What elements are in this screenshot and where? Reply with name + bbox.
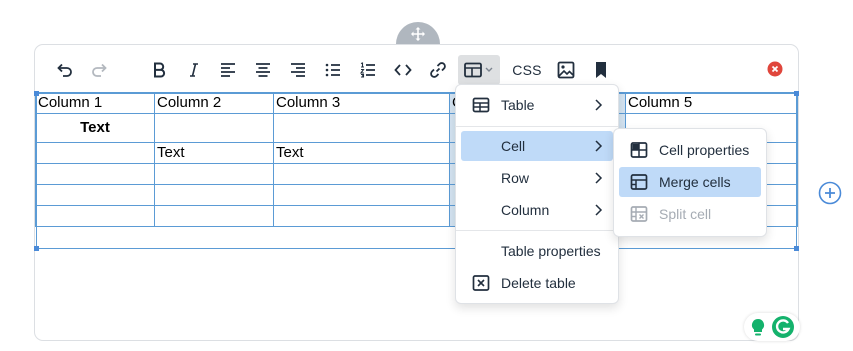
table-cell[interactable] bbox=[273, 113, 450, 143]
menu-item-column[interactable]: Column bbox=[461, 195, 613, 225]
merge-cells-icon bbox=[629, 172, 649, 192]
toolbar: CSS bbox=[35, 45, 798, 93]
table-cell[interactable] bbox=[273, 163, 450, 185]
menu-item-label: Split cell bbox=[659, 206, 712, 222]
bookmark-icon bbox=[596, 62, 606, 78]
align-left-button[interactable] bbox=[213, 55, 243, 85]
italic-button[interactable] bbox=[179, 55, 209, 85]
table-cell[interactable] bbox=[273, 205, 450, 227]
undo-button[interactable] bbox=[49, 55, 79, 85]
menu-item-delete-table[interactable]: Delete table bbox=[461, 268, 613, 298]
table-cell[interactable]: Column 5 bbox=[625, 92, 798, 114]
cell-properties-icon bbox=[629, 140, 649, 160]
menu-item-label: Table bbox=[501, 97, 535, 113]
menu-item-label: Delete table bbox=[501, 275, 576, 291]
table-cell[interactable] bbox=[154, 113, 274, 143]
table-cell[interactable]: Column 2 bbox=[154, 92, 274, 114]
split-cell-icon bbox=[629, 204, 649, 224]
image-icon bbox=[557, 61, 575, 79]
link-icon bbox=[430, 62, 446, 78]
align-right-button[interactable] bbox=[283, 55, 313, 85]
resize-handle[interactable] bbox=[794, 246, 799, 251]
bold-icon bbox=[154, 62, 166, 78]
table-cell[interactable] bbox=[154, 205, 274, 227]
menu-item-label: Table properties bbox=[501, 243, 601, 259]
menu-divider bbox=[456, 230, 618, 231]
code-button[interactable] bbox=[388, 55, 418, 85]
menu-divider bbox=[456, 126, 618, 127]
menu-item-split-cell[interactable]: Split cell bbox=[619, 199, 761, 229]
delete-table-icon bbox=[471, 273, 491, 293]
chevron-right-icon bbox=[595, 140, 603, 152]
table-cell[interactable] bbox=[35, 184, 155, 206]
link-button[interactable] bbox=[423, 55, 453, 85]
table-cell[interactable]: Column 1 bbox=[35, 92, 155, 114]
add-circle-icon[interactable] bbox=[818, 181, 842, 205]
image-button[interactable] bbox=[551, 55, 581, 85]
numbered-list-button[interactable] bbox=[353, 55, 383, 85]
table-cell[interactable] bbox=[35, 163, 155, 185]
align-left-icon bbox=[221, 63, 235, 77]
grammarly-widget[interactable] bbox=[744, 313, 800, 341]
table-cell[interactable] bbox=[154, 184, 274, 206]
italic-icon bbox=[190, 63, 198, 77]
chevron-right-icon bbox=[595, 172, 603, 184]
resize-handle[interactable] bbox=[34, 91, 39, 96]
align-center-button[interactable] bbox=[248, 55, 278, 85]
menu-item-row[interactable]: Row bbox=[461, 163, 613, 193]
menu-item-label: Merge cells bbox=[659, 174, 731, 190]
close-icon bbox=[767, 61, 783, 77]
table-icon bbox=[464, 62, 493, 78]
menu-item-cell[interactable]: Cell bbox=[461, 131, 613, 161]
code-icon bbox=[394, 64, 412, 76]
css-button[interactable]: CSS bbox=[509, 55, 545, 85]
bullet-list-icon bbox=[325, 63, 340, 77]
bold-button[interactable] bbox=[144, 55, 174, 85]
resize-handle[interactable] bbox=[794, 91, 799, 96]
align-center-icon bbox=[256, 63, 270, 77]
grammarly-icon bbox=[751, 316, 794, 338]
numbered-list-icon bbox=[359, 62, 375, 78]
menu-item-merge-cells[interactable]: Merge cells bbox=[619, 167, 761, 197]
table-row: Column 1 Column 2 Column 3 C Column 5 bbox=[35, 92, 798, 114]
chevron-right-icon bbox=[595, 204, 603, 216]
menu-item-label: Column bbox=[501, 202, 550, 218]
cell-submenu: Cell properties Merge cells Split cell bbox=[613, 128, 767, 237]
table-cell[interactable]: Column 3 bbox=[273, 92, 450, 114]
move-icon bbox=[411, 27, 425, 41]
undo-icon bbox=[57, 63, 72, 77]
chevron-right-icon bbox=[595, 99, 603, 111]
menu-item-label: Cell properties bbox=[659, 142, 750, 158]
redo-button[interactable] bbox=[85, 55, 115, 85]
close-button[interactable] bbox=[767, 61, 783, 77]
table-cell[interactable] bbox=[273, 184, 450, 206]
table-icon bbox=[471, 95, 491, 115]
table-cell[interactable] bbox=[35, 142, 155, 164]
move-handle[interactable] bbox=[396, 22, 440, 46]
table-cell[interactable] bbox=[154, 163, 274, 185]
align-right-icon bbox=[291, 63, 305, 77]
resize-handle[interactable] bbox=[34, 246, 39, 251]
bookmark-button[interactable] bbox=[586, 55, 616, 85]
table-cell[interactable]: Text bbox=[273, 142, 450, 164]
menu-item-table[interactable]: Table bbox=[461, 90, 613, 120]
menu-item-cell-properties[interactable]: Cell properties bbox=[619, 135, 761, 165]
menu-item-table-properties[interactable]: Table properties bbox=[461, 236, 613, 266]
table-cell[interactable]: Text bbox=[154, 142, 274, 164]
bullet-list-button[interactable] bbox=[318, 55, 348, 85]
redo-icon bbox=[92, 63, 107, 77]
table-menu: Table Cell Row Column Table properties D… bbox=[455, 84, 619, 304]
table-button[interactable] bbox=[458, 55, 500, 85]
table-cell[interactable] bbox=[35, 205, 155, 227]
css-label: CSS bbox=[512, 62, 542, 78]
menu-item-label: Cell bbox=[501, 138, 526, 154]
menu-item-label: Row bbox=[501, 170, 530, 186]
table-cell[interactable]: Text bbox=[35, 113, 155, 143]
